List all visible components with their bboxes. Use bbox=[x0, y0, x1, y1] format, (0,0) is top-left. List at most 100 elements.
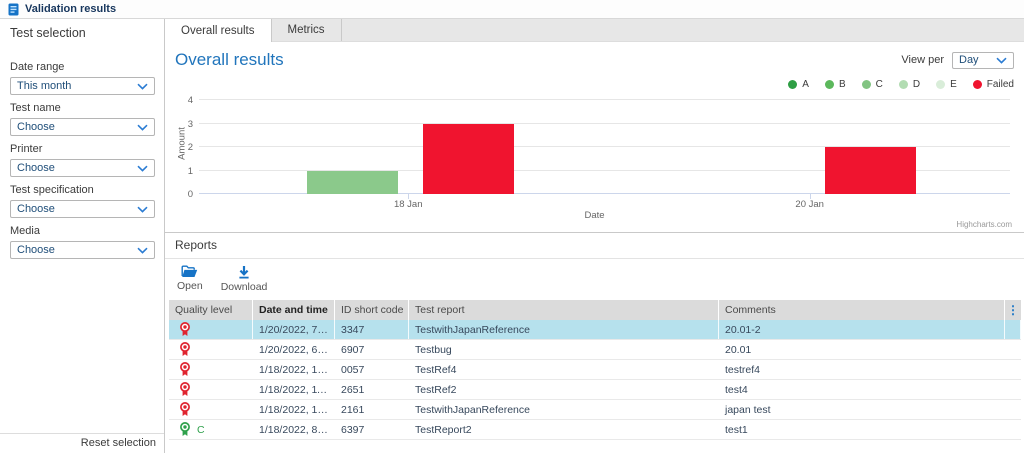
gridline bbox=[199, 123, 1010, 124]
column-comments[interactable]: Comments bbox=[719, 300, 1005, 320]
cell-quality-level bbox=[169, 380, 253, 399]
legend-dot-icon bbox=[788, 80, 797, 89]
quality-medal-icon bbox=[179, 422, 191, 437]
test-name-label: Test name bbox=[10, 102, 155, 114]
gridline bbox=[199, 99, 1010, 100]
column-id-short-code[interactable]: ID short code bbox=[335, 300, 409, 320]
legend-item-a[interactable]: A bbox=[788, 79, 809, 90]
table-row[interactable]: 1/20/2022, 6:42:136907Testbug20.01 bbox=[169, 340, 1021, 360]
column-test-report[interactable]: Test report bbox=[409, 300, 719, 320]
window-title: Validation results bbox=[25, 3, 116, 15]
open-button[interactable]: Open bbox=[177, 265, 203, 293]
quality-medal-icon bbox=[179, 382, 191, 397]
legend-dot-icon bbox=[973, 80, 982, 89]
view-per-value: Day bbox=[959, 54, 979, 66]
cell-quality-level bbox=[169, 400, 253, 419]
cell-test-report: TestwithJapanReference bbox=[409, 400, 719, 419]
cell-date-and-time: 1/20/2022, 7:00:30 bbox=[253, 320, 335, 339]
cell-comments: testref4 bbox=[719, 360, 1005, 379]
legend-label: A bbox=[802, 79, 809, 90]
chart-bar-c-18jan[interactable] bbox=[307, 171, 398, 195]
chart-plot: 18 Jan20 Jan bbox=[199, 100, 1010, 194]
quality-medal-icon bbox=[179, 322, 191, 337]
reset-selection-link[interactable]: Reset selection bbox=[0, 433, 164, 453]
cell-quality-level: C bbox=[169, 420, 253, 439]
download-button[interactable]: Download bbox=[221, 265, 268, 293]
legend-item-c[interactable]: C bbox=[862, 79, 883, 90]
table-header-row: Quality level Date and time ID short cod… bbox=[169, 300, 1021, 320]
chevron-down-icon bbox=[996, 57, 1007, 64]
column-date-and-time[interactable]: Date and time bbox=[253, 300, 335, 320]
table-row[interactable]: C1/18/2022, 8:08:006397TestReport2test1 bbox=[169, 420, 1021, 440]
cell-id-short-code: 2651 bbox=[335, 380, 409, 399]
chevron-down-icon bbox=[137, 165, 148, 172]
sidebar-fields: Date rangeThis monthTest nameChoosePrint… bbox=[0, 40, 164, 259]
x-axis-title: Date bbox=[584, 210, 604, 221]
printer-value: Choose bbox=[17, 162, 55, 174]
cell-test-report: TestRef4 bbox=[409, 360, 719, 379]
cell-row-end bbox=[1005, 320, 1021, 339]
sidebar-spacer bbox=[0, 259, 164, 433]
quality-medal-icon bbox=[179, 362, 191, 377]
chart-bar-failed-18jan[interactable] bbox=[423, 124, 514, 195]
reports-table: Quality level Date and time ID short cod… bbox=[169, 300, 1021, 440]
cell-date-and-time: 1/18/2022, 12:30:57 bbox=[253, 360, 335, 379]
field-media: Media Choose bbox=[10, 225, 155, 259]
chart-bar-failed-20jan[interactable] bbox=[825, 147, 916, 194]
chevron-down-icon bbox=[137, 206, 148, 213]
legend-label: D bbox=[913, 79, 920, 90]
legend-item-b[interactable]: B bbox=[825, 79, 846, 90]
field-test-specification: Test specification Choose bbox=[10, 184, 155, 218]
y-axis-tick-label: 1 bbox=[175, 166, 193, 177]
test-specification-select[interactable]: Choose bbox=[10, 200, 155, 218]
reports-toolbar: Open Download bbox=[165, 259, 1024, 297]
view-per-select[interactable]: Day bbox=[952, 52, 1014, 69]
media-label: Media bbox=[10, 225, 155, 237]
chart-legend: A B C D E Failed bbox=[175, 79, 1014, 90]
test-name-select[interactable]: Choose bbox=[10, 118, 155, 136]
cell-row-end bbox=[1005, 360, 1021, 379]
chevron-down-icon bbox=[137, 247, 148, 254]
table-row[interactable]: 1/18/2022, 12:30:570057TestRef4testref4 bbox=[169, 360, 1021, 380]
field-date-range: Date rangeThis month bbox=[10, 61, 155, 95]
tab-overall-results[interactable]: Overall results bbox=[165, 19, 272, 42]
legend-label: Failed bbox=[987, 79, 1014, 90]
legend-item-failed[interactable]: Failed bbox=[973, 79, 1014, 90]
cell-test-report: TestRef2 bbox=[409, 380, 719, 399]
highcharts-credit[interactable]: Highcharts.com bbox=[956, 220, 1012, 229]
chevron-down-icon bbox=[137, 83, 148, 90]
legend-label: C bbox=[876, 79, 883, 90]
media-select[interactable]: Choose bbox=[10, 241, 155, 259]
cell-row-end bbox=[1005, 380, 1021, 399]
quality-medal-icon bbox=[179, 342, 191, 357]
tab-metrics[interactable]: Metrics bbox=[272, 19, 342, 41]
cell-date-and-time: 1/18/2022, 8:08:00 bbox=[253, 420, 335, 439]
legend-item-d[interactable]: D bbox=[899, 79, 920, 90]
test-name-value: Choose bbox=[17, 121, 55, 133]
table-row[interactable]: 1/18/2022, 11:56:232651TestRef2test4 bbox=[169, 380, 1021, 400]
printer-select[interactable]: Choose bbox=[10, 159, 155, 177]
legend-item-e[interactable]: E bbox=[936, 79, 957, 90]
cell-row-end bbox=[1005, 400, 1021, 419]
column-quality-level[interactable]: Quality level bbox=[169, 300, 253, 320]
date-range-select[interactable]: This month bbox=[10, 77, 155, 95]
legend-dot-icon bbox=[936, 80, 945, 89]
cell-id-short-code: 6397 bbox=[335, 420, 409, 439]
legend-dot-icon bbox=[825, 80, 834, 89]
cell-id-short-code: 2161 bbox=[335, 400, 409, 419]
legend-label: E bbox=[950, 79, 957, 90]
table-options-kebab-icon[interactable]: ⋮ bbox=[1005, 300, 1021, 320]
table-row[interactable]: 1/20/2022, 7:00:303347TestwithJapanRefer… bbox=[169, 320, 1021, 340]
test-specification-label: Test specification bbox=[10, 184, 155, 196]
table-row[interactable]: 1/18/2022, 10:32:342161TestwithJapanRefe… bbox=[169, 400, 1021, 420]
reports-section: Reports Open Download bbox=[165, 232, 1024, 453]
legend-dot-icon bbox=[899, 80, 908, 89]
y-axis-tick-label: 0 bbox=[175, 189, 193, 200]
field-test-name: Test name Choose bbox=[10, 102, 155, 136]
reports-title: Reports bbox=[165, 233, 1024, 259]
open-folder-icon bbox=[181, 265, 198, 278]
cell-date-and-time: 1/18/2022, 10:32:34 bbox=[253, 400, 335, 419]
cell-quality-level bbox=[169, 320, 253, 339]
y-axis-tick-label: 2 bbox=[175, 142, 193, 153]
table-body: 1/20/2022, 7:00:303347TestwithJapanRefer… bbox=[169, 320, 1021, 440]
